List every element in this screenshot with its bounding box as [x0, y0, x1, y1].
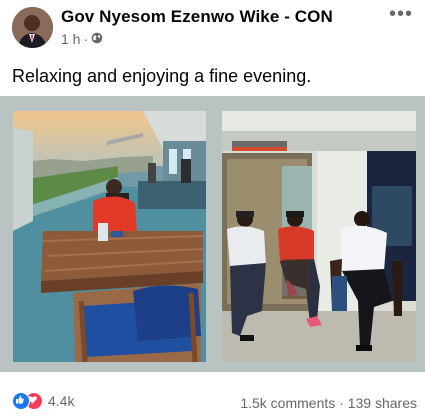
globe-icon[interactable] [91, 31, 103, 47]
reaction-count: 4.4k [48, 393, 75, 409]
photo-grid [0, 96, 425, 372]
post-time[interactable]: 1 h [61, 31, 80, 47]
more-options-icon[interactable]: ••• [389, 4, 413, 24]
photo-left[interactable] [13, 111, 206, 362]
author-name[interactable]: Gov Nyesom Ezenwo Wike - CON [61, 7, 333, 27]
comments-link[interactable]: 1.5k comments [240, 395, 335, 411]
reactions-summary[interactable]: 4.4k [12, 392, 74, 410]
shares-link[interactable]: 139 shares [348, 395, 417, 411]
like-reaction-icon [12, 392, 30, 410]
post-header: Gov Nyesom Ezenwo Wike - CON 1 h · ••• [0, 0, 425, 56]
photo-right[interactable] [222, 111, 416, 362]
engagement-stats: 1.5k comments · 139 shares [240, 395, 417, 411]
post-meta: 1 h · [61, 31, 103, 47]
meta-separator: · [83, 31, 89, 47]
author-avatar[interactable] [12, 7, 53, 48]
stats-separator: · [339, 395, 344, 411]
post-footer: 4.4k 1.5k comments · 139 shares [0, 388, 425, 416]
post-text: Relaxing and enjoying a fine evening. [12, 66, 312, 86]
